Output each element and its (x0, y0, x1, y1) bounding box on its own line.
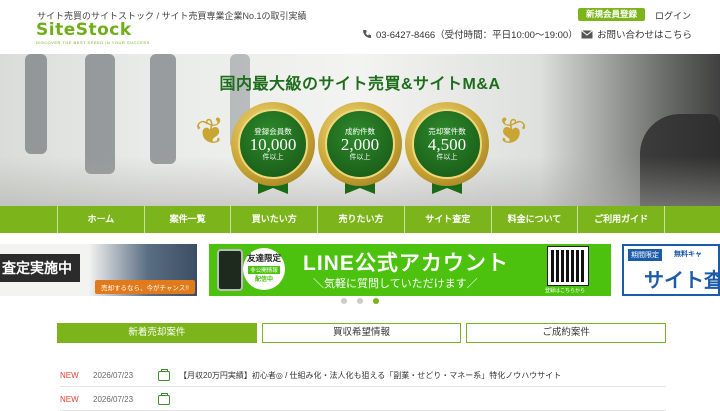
tab-acquisition-wanted[interactable]: 買収希望情報 (261, 323, 462, 343)
nav-item-listings[interactable]: 案件一覧 (143, 206, 231, 233)
limited-tag: 期間限定 (628, 249, 662, 261)
nav-item-sellers[interactable]: 売りたい方 (317, 206, 404, 233)
carousel-dots (0, 298, 720, 304)
nav-item-guide[interactable]: ご利用ガイド (577, 206, 666, 233)
smartphone-icon (217, 249, 243, 291)
carousel-dot[interactable] (341, 298, 347, 304)
listing-date: 2026/07/23 (93, 371, 134, 380)
phone-icon (363, 30, 371, 38)
nav-item-home[interactable]: ホーム (57, 206, 144, 233)
qr-label: 登録はこちらから (545, 288, 586, 294)
laurel-left-icon: ❦ (192, 108, 230, 155)
logo-text: SiteStock (36, 20, 132, 40)
phone-text: 03-6427-8466（受付時間：平日10:00〜19:00） (376, 30, 578, 41)
medal-members: 登録会員数 10,000 件以上 (231, 102, 315, 186)
medal-unit: 件以上 (349, 153, 371, 161)
nav-item-buyers[interactable]: 買いたい方 (230, 206, 317, 233)
banner-appraisal[interactable]: 査定実施中 売却するなら、今がチャンス!! (0, 244, 197, 296)
listing-tabs: 新着売却案件 買収希望情報 ご成約案件 (57, 323, 667, 343)
listing-row[interactable]: NEW 2026/07/23 (60, 389, 666, 411)
hero-title: 国内最大級のサイト売買&サイトM&A (219, 76, 501, 93)
medal-deals: 成約件数 2,000 件以上 (318, 102, 402, 186)
medal-value: 2,000 (340, 134, 380, 154)
banner-line-sub: ＼気軽に質問していただけます／ (313, 278, 478, 290)
contact-label: お問い合わせはこちら (597, 30, 693, 41)
site-logo[interactable]: SiteStock DISCOVER THE BEST SPEED IN YOU… (36, 20, 150, 46)
logo-subtitle: DISCOVER THE BEST SPEED IN YOUR SUCCESS (36, 40, 150, 45)
limited-big: サイト査 (644, 270, 720, 292)
banner-line[interactable]: 友達限定 非公開情報 配信中 LINE公式アカウント ＼気軽に質問していただけま… (209, 244, 611, 296)
briefcase-icon (158, 368, 170, 381)
laurel-right-icon: ❦ (492, 108, 530, 155)
limited-tag2: 無料キャ (674, 251, 702, 258)
login-link[interactable]: ログイン (655, 9, 691, 22)
listing-row[interactable]: NEW 2026/07/23 【月収20万円実績】初心者◎ / 仕組み化・法人化… (60, 365, 666, 387)
listing-title[interactable]: 【月収20万円実績】初心者◎ / 仕組み化・法人化も狙える「副業・せどり・マネー… (179, 370, 561, 381)
nav-item-pricing[interactable]: 料金について (490, 206, 578, 233)
tab-new-listings[interactable]: 新着売却案件 (57, 323, 257, 343)
banner-line-title: LINE公式アカウント (303, 252, 509, 275)
main-nav: ホーム 案件一覧 買いたい方 売りたい方 サイト査定 料金について ご利用ガイド (0, 206, 720, 233)
carousel-dot[interactable] (357, 298, 363, 304)
banner-limited[interactable]: 期間限定 無料キャ サイト査 (622, 244, 720, 296)
phone-info[interactable]: 03-6427-8466（受付時間：平日10:00〜19:00） (362, 27, 578, 41)
contact-link[interactable]: お問い合わせはこちら (581, 27, 692, 41)
medal-unit: 件以上 (436, 153, 458, 161)
banner-appraisal-text: 査定実施中 (0, 254, 80, 282)
register-button[interactable]: 新規会員登録 (578, 8, 645, 21)
badge-bottom: 配信中 (254, 277, 273, 283)
mail-icon (581, 29, 593, 38)
medal-listings: 売却案件数 4,500 件以上 (405, 102, 489, 186)
nav-item-appraisal[interactable]: サイト査定 (403, 206, 491, 233)
site-header: サイト売買のサイトストック / サイト売買専業企業No.1の取引実績 SiteS… (0, 0, 720, 50)
background-person (25, 54, 47, 154)
friends-only-badge: 友達限定 非公開情報 配信中 (243, 248, 285, 290)
qr-code-icon (547, 246, 589, 286)
badge-title: 友達限定 (246, 253, 281, 263)
medal-unit: 件以上 (262, 153, 284, 161)
medal-value: 4,500 (427, 134, 467, 154)
badge-tag: 非公開情報 (248, 266, 280, 274)
carousel-dot-active[interactable] (373, 298, 379, 304)
tab-closed-deals[interactable]: ご成約案件 (466, 323, 667, 343)
banner-appraisal-sub: 売却するなら、今がチャンス!! (95, 280, 195, 294)
medal-value: 10,000 (249, 134, 297, 154)
hero-banner: 国内最大級のサイト売買&サイトM&A ❦ ❦ 登録会員数 10,000 件以上 … (0, 54, 720, 206)
new-badge: NEW (60, 371, 79, 380)
